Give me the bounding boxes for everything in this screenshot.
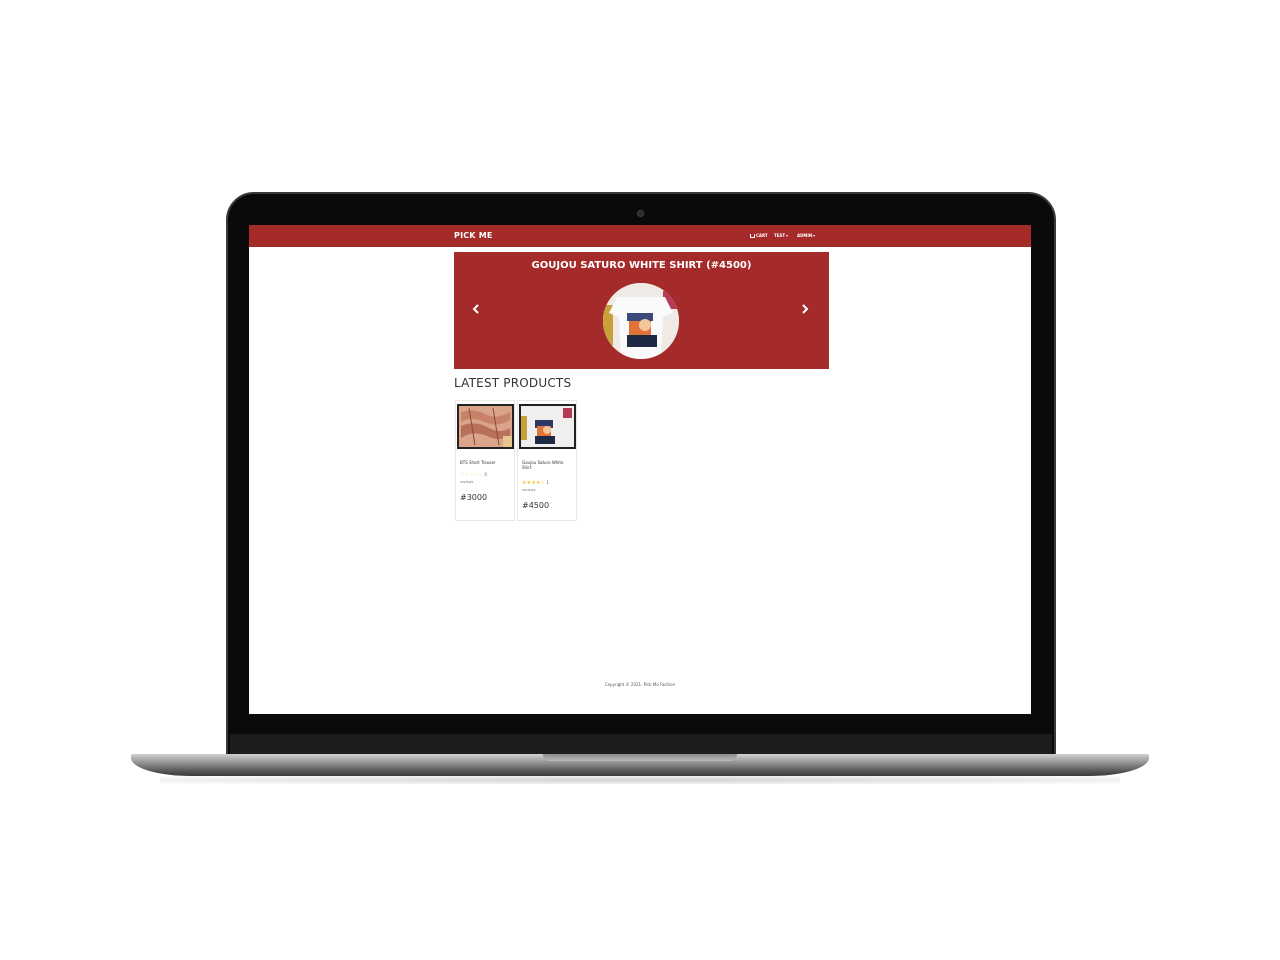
chevron-right-icon	[802, 304, 809, 314]
reviews-label: reviews	[522, 488, 536, 492]
browser-viewport: PICK ME CART TEST ADMIN GOUJOU SATURO WH…	[249, 225, 1031, 714]
carousel-product-image[interactable]	[603, 283, 679, 359]
shirt-photo	[603, 283, 679, 359]
star-rating: ☆☆☆☆☆0	[460, 472, 487, 478]
nav-test-dropdown[interactable]: TEST	[774, 233, 789, 238]
product-image[interactable]	[519, 404, 576, 449]
product-card[interactable]: BTS Short Trouser ☆☆☆☆☆0 reviews #3000	[455, 400, 515, 521]
footer-copyright: Copyright © 2021. Pick Me Fashion	[604, 682, 676, 687]
top-navbar: PICK ME CART TEST ADMIN	[249, 225, 1031, 247]
stars-icon: ☆☆☆☆☆	[460, 472, 484, 478]
webcam	[637, 210, 644, 217]
nav-admin-dropdown[interactable]: ADMIN	[797, 233, 816, 238]
product-price: #4500	[522, 501, 550, 510]
reviews-label: reviews	[460, 480, 474, 484]
nav-admin-label: ADMIN	[797, 233, 813, 238]
shirt-photo	[521, 406, 574, 447]
caret-down-icon	[813, 234, 816, 237]
review-count: 0	[484, 472, 488, 477]
laptop-chin	[230, 734, 1052, 754]
trouser-photo	[459, 406, 512, 447]
product-carousel: GOUJOU SATURO WHITE SHIRT (#4500)	[454, 252, 829, 369]
brand-logo[interactable]: PICK ME	[454, 231, 493, 240]
laptop-shadow	[160, 776, 1120, 784]
cart-icon	[750, 233, 755, 238]
chevron-left-icon	[472, 304, 479, 314]
product-name[interactable]: BTS Short Trouser	[460, 460, 512, 465]
product-price: #3000	[460, 493, 488, 502]
carousel-next-button[interactable]	[800, 304, 810, 316]
stars-icon: ★★★★☆	[522, 480, 546, 486]
nav-cart-link[interactable]: CART	[750, 233, 768, 238]
product-name[interactable]: Goujou Saturo White Shirt	[522, 460, 574, 470]
product-card[interactable]: Goujou Saturo White Shirt ★★★★☆1 reviews…	[517, 400, 577, 521]
carousel-prev-button[interactable]	[471, 304, 481, 316]
latest-products-heading: LATEST PRODUCTS	[454, 376, 572, 390]
laptop-notch	[543, 754, 737, 761]
nav-test-label: TEST	[774, 233, 786, 238]
nav-cart-label: CART	[756, 233, 768, 238]
product-image[interactable]	[457, 404, 514, 449]
review-count: 1	[546, 480, 550, 485]
carousel-title[interactable]: GOUJOU SATURO WHITE SHIRT (#4500)	[454, 260, 829, 271]
star-rating: ★★★★☆1	[522, 480, 549, 486]
caret-down-icon	[786, 234, 789, 237]
